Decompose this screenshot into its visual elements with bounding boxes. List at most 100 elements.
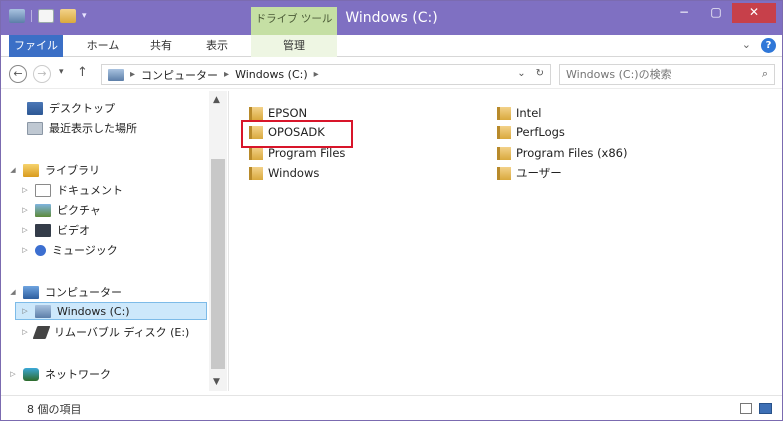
item-count: 8 個の項目 [27,403,82,416]
tree-item-network[interactable]: ▷ ネットワーク [9,365,111,383]
folder-icon [497,166,511,180]
folder-icon [497,146,511,160]
tree-item-music[interactable]: ▷ ミュージック [21,241,118,259]
library-icon [23,163,39,177]
address-bar[interactable]: ▸ コンピューター ▸ Windows (C:) ▸ ⌄ ↻ [101,64,551,85]
file-list: EPSON Intel OPOSADK PerfLogs Program Fil… [233,91,781,391]
tree-item-recent-places[interactable]: 最近表示した場所 [27,119,137,137]
folder-name: Program Files [268,146,346,160]
search-box[interactable]: ⌕ [559,64,775,85]
tree-item-label: デスクトップ [49,102,115,115]
tab-view[interactable]: 表示 [197,35,237,57]
folder-name: Intel [516,106,542,120]
folder-item[interactable]: EPSON [249,103,307,123]
explorer-window: ▾ ドライブ ツール Windows (C:) − ▢ ✕ ファイル ホーム 共… [0,0,783,421]
forward-button[interactable]: → [33,65,51,83]
tree-item-label: ピクチャ [57,204,101,217]
expand-ribbon-icon[interactable]: ⌄ [742,38,751,53]
folder-item[interactable]: PerfLogs [497,122,565,142]
tree-item-computer[interactable]: ◢ コンピューター [9,283,122,301]
tree-item-pictures[interactable]: ▷ ピクチャ [21,201,101,219]
folder-icon [249,146,263,160]
scroll-up-icon[interactable]: ▲ [213,95,220,105]
scroll-down-icon[interactable]: ▼ [213,377,220,387]
tab-share[interactable]: 共有 [141,35,181,57]
tree-item-removable-disk[interactable]: ▷ リムーバブル ディスク (E:) [21,323,189,341]
breadcrumb-computer[interactable]: コンピューター [141,67,218,83]
up-button[interactable]: ↑ [77,65,88,80]
address-dropdown-icon[interactable]: ⌄ [517,68,525,79]
folder-item-oposadk[interactable]: OPOSADK [249,122,325,142]
tree-item-desktop[interactable]: デスクトップ [27,99,115,117]
help-icon[interactable]: ? [761,38,776,53]
tree-item-documents[interactable]: ▷ ドキュメント [21,181,123,199]
search-icon[interactable]: ⌕ [762,67,768,81]
collapsed-arrow-icon[interactable]: ▷ [21,186,29,194]
address-controls: ⌄ ↻ [517,68,544,79]
details-view-icon[interactable] [740,403,752,414]
removable-disk-icon [32,325,51,339]
ribbon-right-controls: ⌄ ? [742,38,776,53]
nav-pane-scrollbar[interactable]: ▲ ▼ [209,91,227,391]
folder-icon [497,106,511,120]
folder-icon [497,125,511,139]
tree-item-windows-c[interactable]: ▷ Windows (C:) [15,302,207,320]
collapsed-arrow-icon[interactable]: ▷ [21,307,29,315]
recent-places-icon [27,121,43,135]
tree-item-label: ネットワーク [45,368,111,381]
tab-file[interactable]: ファイル [9,35,63,57]
tab-manage[interactable]: 管理 [251,35,337,57]
tree-item-videos[interactable]: ▷ ビデオ [21,221,90,239]
network-icon [23,367,39,381]
breadcrumb-separator[interactable]: ▸ [224,69,229,80]
recent-locations-icon[interactable]: ▾ [59,67,64,77]
documents-icon [35,183,51,197]
folder-icon [249,106,263,120]
tab-home[interactable]: ホーム [81,35,125,57]
large-icons-view-icon[interactable] [759,403,772,414]
collapsed-arrow-icon[interactable]: ▷ [21,226,29,234]
maximize-button[interactable]: ▢ [700,3,732,23]
tree-item-label: ドキュメント [57,184,123,197]
breadcrumb-separator[interactable]: ▸ [314,69,319,80]
folder-item[interactable]: Program Files [249,143,345,163]
folder-item[interactable]: Intel [497,103,541,123]
folder-name: Windows [268,166,320,180]
scrollbar-thumb[interactable] [211,159,225,369]
folder-item[interactable]: Program Files (x86) [497,143,627,163]
breadcrumb-windows-c[interactable]: Windows (C:) [235,68,308,81]
tree-item-label: ミュージック [52,244,118,257]
status-bar: 8 個の項目 [1,395,782,420]
pictures-icon [35,203,51,217]
tree-item-label: 最近表示した場所 [49,122,137,135]
folder-name: Program Files (x86) [516,146,628,160]
folder-item[interactable]: Windows [249,163,319,183]
tree-item-label: ビデオ [57,224,90,237]
collapsed-arrow-icon[interactable]: ▷ [21,328,29,336]
back-button[interactable]: ← [9,65,27,83]
address-row: ← → ▾ ↑ ▸ コンピューター ▸ Windows (C:) ▸ ⌄ ↻ ⌕ [1,59,782,89]
computer-icon [108,68,124,81]
collapsed-arrow-icon[interactable]: ▷ [21,206,29,214]
folder-name: EPSON [268,106,308,120]
minimize-button[interactable]: − [668,3,700,23]
videos-icon [35,223,51,237]
folder-name: ユーザー [516,166,562,180]
ribbon-tabs: ファイル ホーム 共有 表示 管理 ⌄ ? [1,35,782,57]
folder-name: PerfLogs [516,125,565,139]
close-button[interactable]: ✕ [732,3,776,23]
expanded-arrow-icon[interactable]: ◢ [9,166,17,174]
window-controls: − ▢ ✕ [668,3,776,23]
folder-icon [249,166,263,180]
folder-item[interactable]: ユーザー [497,163,562,183]
collapsed-arrow-icon[interactable]: ▷ [9,370,17,378]
window-title: Windows (C:) [345,10,438,26]
folder-name: OPOSADK [268,125,325,139]
search-input[interactable] [566,67,746,82]
collapsed-arrow-icon[interactable]: ▷ [21,246,29,254]
expanded-arrow-icon[interactable]: ◢ [9,288,17,296]
refresh-icon[interactable]: ↻ [536,68,544,79]
drive-icon [35,304,51,318]
breadcrumb-separator[interactable]: ▸ [130,69,135,80]
tree-item-libraries[interactable]: ◢ ライブラリ [9,161,100,179]
